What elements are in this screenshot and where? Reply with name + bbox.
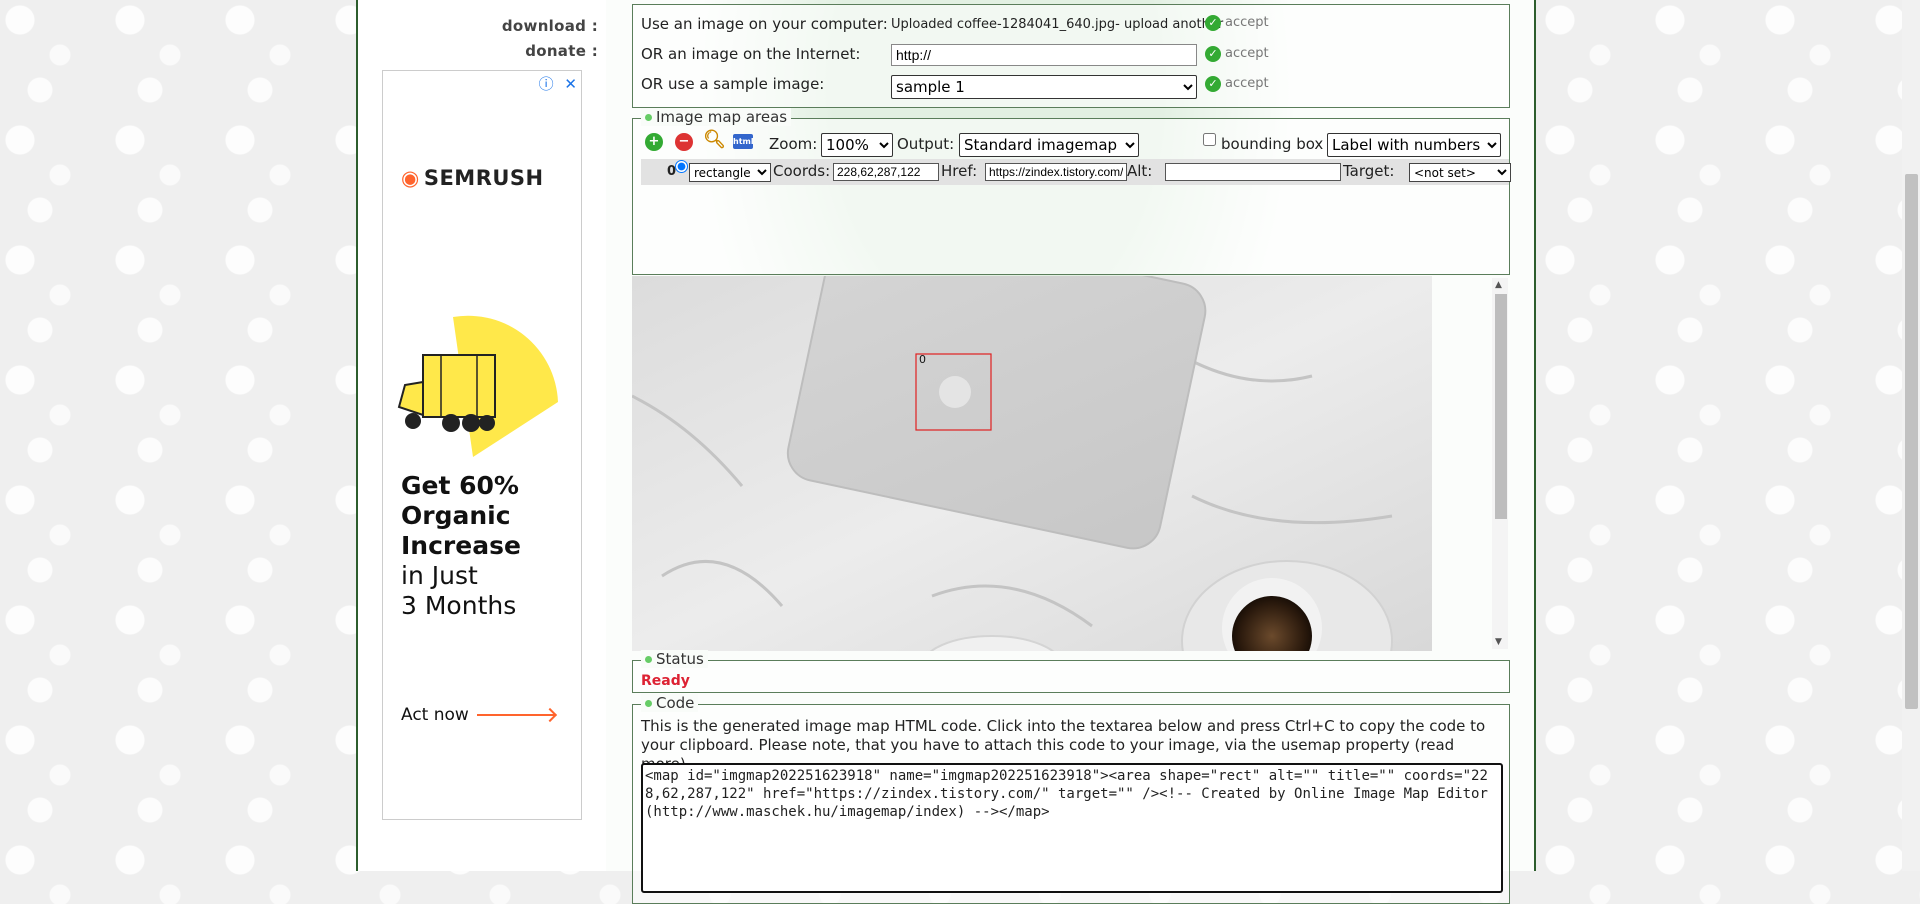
- sample-select[interactable]: sample 1: [891, 75, 1197, 99]
- magnify-icon[interactable]: 🔍︎: [703, 131, 726, 149]
- legend-dot-icon: [645, 700, 652, 707]
- alt-label: Alt:: [1127, 162, 1153, 180]
- accept-button-computer[interactable]: ✓ accept: [1205, 15, 1269, 31]
- check-icon: ✓: [1205, 76, 1221, 92]
- status-legend: Status: [656, 650, 704, 668]
- truck-illustration: [397, 315, 558, 457]
- status-text: Ready: [641, 673, 690, 689]
- legend-dot-icon: [645, 656, 652, 663]
- zoom-select[interactable]: 100%: [821, 133, 893, 157]
- ad-logo: ◉ SEMRUSH: [401, 166, 544, 190]
- url-input[interactable]: [891, 44, 1197, 66]
- target-select[interactable]: <not set>: [1409, 163, 1511, 182]
- area-select-radio[interactable]: [675, 160, 688, 173]
- accept-button-internet[interactable]: ✓ accept: [1205, 46, 1269, 62]
- page-scrollbar[interactable]: [1902, 0, 1920, 871]
- canvas-scroll-thumb[interactable]: [1495, 294, 1507, 519]
- uploaded-status: Uploaded coffee-1284041_640.jpg- upload …: [891, 17, 1224, 32]
- canvas-scrollbar[interactable]: ▲ ▼: [1492, 278, 1508, 649]
- check-icon: ✓: [1205, 15, 1221, 31]
- menu-donate[interactable]: donate :: [525, 42, 598, 60]
- ad-headline: Get 60% Organic Increase in Just 3 Month…: [401, 471, 521, 620]
- area-row: 0 rectangle Coords: Href: Alt: Target: <…: [641, 159, 1511, 185]
- close-icon[interactable]: ✕: [564, 75, 577, 93]
- zoom-label: Zoom:: [769, 135, 818, 153]
- scroll-down-icon[interactable]: ▼: [1495, 637, 1502, 647]
- coords-input[interactable]: [833, 163, 939, 181]
- uploaded-image: [632, 276, 1432, 651]
- image-map-areas-box: Image map areas + − 🔍︎ html Zoom: 100% O…: [632, 108, 1511, 275]
- menu-download[interactable]: download :: [502, 17, 598, 35]
- code-textarea[interactable]: <map id="imgmap202251623918" name="imgma…: [641, 763, 1503, 893]
- href-label: Href:: [941, 162, 978, 180]
- accept-button-sample[interactable]: ✓ accept: [1205, 76, 1269, 92]
- areas-legend: Image map areas: [656, 108, 788, 126]
- image-source-box: Use an image on your computer: Uploaded …: [632, 4, 1510, 108]
- target-label: Target:: [1343, 162, 1395, 180]
- bounding-box-checkbox[interactable]: [1203, 133, 1216, 146]
- ad-cta[interactable]: Act now: [401, 705, 555, 725]
- alt-input[interactable]: [1165, 163, 1341, 181]
- coords-label: Coords:: [773, 162, 831, 180]
- bounding-box-label: bounding box: [1221, 135, 1324, 153]
- html-icon[interactable]: html: [733, 134, 754, 149]
- remove-area-icon[interactable]: −: [675, 133, 693, 151]
- image-canvas[interactable]: 0: [632, 276, 1432, 651]
- page-scroll-thumb[interactable]: [1905, 174, 1918, 709]
- computer-source-label: Use an image on your computer:: [641, 15, 888, 33]
- href-input[interactable]: [985, 163, 1127, 181]
- code-legend: Code: [656, 694, 695, 712]
- add-area-icon[interactable]: +: [645, 133, 663, 151]
- code-box: Code This is the generated image map HTM…: [632, 694, 1510, 904]
- info-icon[interactable]: ⓘ: [539, 75, 554, 93]
- advertisement[interactable]: ⓘ ✕ ◉ SEMRUSH Get 60% Organic Increase in…: [382, 70, 582, 820]
- shape-select[interactable]: rectangle: [689, 163, 771, 182]
- output-select[interactable]: Standard imagemap: [959, 133, 1139, 157]
- area-number-label: 0: [919, 353, 926, 366]
- sample-source-label: OR use a sample image:: [641, 75, 825, 93]
- internet-source-label: OR an image on the Internet:: [641, 45, 861, 63]
- arrow-right-icon: [476, 714, 555, 716]
- legend-dot-icon: [645, 114, 652, 121]
- label-mode-select[interactable]: Label with numbers: [1327, 133, 1501, 157]
- semrush-flame-icon: ◉: [401, 166, 420, 190]
- status-box: Status Ready: [632, 650, 1510, 693]
- scroll-up-icon[interactable]: ▲: [1495, 280, 1502, 290]
- check-icon: ✓: [1205, 46, 1221, 62]
- output-label: Output:: [897, 135, 955, 153]
